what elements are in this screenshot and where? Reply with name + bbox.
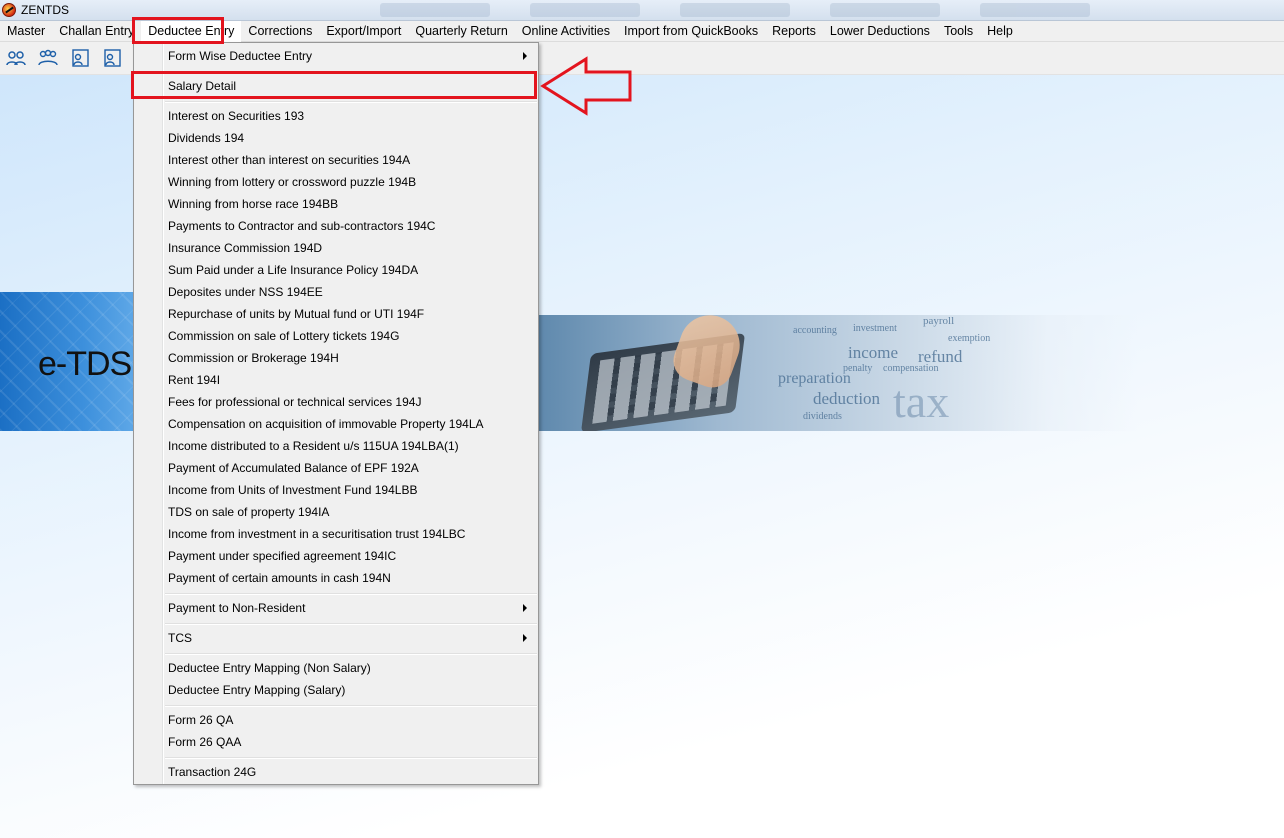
submenu-arrow-icon	[523, 634, 527, 642]
menu-separator	[165, 623, 537, 625]
wordcloud-word: exemption	[948, 333, 991, 344]
menu-item-label: Form Wise Deductee Entry	[168, 49, 313, 63]
background-tab	[530, 3, 640, 17]
menu-item-194lbc[interactable]: Income from investment in a securitisati…	[137, 523, 537, 545]
menu-tools[interactable]: Tools	[937, 21, 980, 42]
wordcloud-word: tax	[893, 376, 950, 427]
highlight-box-deductee-entry	[132, 17, 224, 44]
menu-item-194[interactable]: Dividends 194	[137, 127, 537, 149]
highlight-box-salary-detail	[131, 71, 537, 99]
menu-item-194la[interactable]: Compensation on acquisition of immovable…	[137, 413, 537, 435]
background-tab	[980, 3, 1090, 17]
red-pointer-arrow-icon	[540, 56, 632, 116]
deductee-entry-dropdown: Form Wise Deductee Entry Salary Detail I…	[133, 42, 539, 785]
wordcloud-word: compensation	[883, 363, 939, 374]
menu-item-194b[interactable]: Winning from lottery or crossword puzzle…	[137, 171, 537, 193]
wordcloud-word: accounting	[793, 325, 837, 336]
menu-item-194da[interactable]: Sum Paid under a Life Insurance Policy 1…	[137, 259, 537, 281]
menu-item-tcs[interactable]: TCS	[137, 627, 537, 649]
menu-item-194lba[interactable]: Income distributed to a Resident u/s 115…	[137, 435, 537, 457]
menu-item-194i[interactable]: Rent 194I	[137, 369, 537, 391]
menu-corrections[interactable]: Corrections	[241, 21, 319, 42]
menu-item-form-26qaa[interactable]: Form 26 QAA	[137, 731, 537, 753]
menu-reports[interactable]: Reports	[765, 21, 823, 42]
submenu-arrow-icon	[523, 52, 527, 60]
wordcloud-word: investment	[853, 323, 897, 334]
menu-export-import[interactable]: Export/Import	[319, 21, 408, 42]
menu-separator	[165, 705, 537, 707]
menu-separator	[165, 653, 537, 655]
menu-item-label: TCS	[168, 631, 192, 645]
banner-image-right: payroll investment income refund prepara…	[538, 315, 1138, 431]
menu-item-payment-non-resident[interactable]: Payment to Non-Resident	[137, 597, 537, 619]
menu-item-194bb[interactable]: Winning from horse race 194BB	[137, 193, 537, 215]
tax-wordcloud: payroll investment income refund prepara…	[773, 315, 1133, 431]
menu-quarterly-return[interactable]: Quarterly Return	[408, 21, 514, 42]
group-icon[interactable]	[36, 46, 60, 70]
menu-item-194c[interactable]: Payments to Contractor and sub-contracto…	[137, 215, 537, 237]
menu-item-form-wise-deductee-entry[interactable]: Form Wise Deductee Entry	[137, 45, 537, 67]
background-tab	[680, 3, 790, 17]
menu-import-quickbooks[interactable]: Import from QuickBooks	[617, 21, 765, 42]
menu-challan-entry[interactable]: Challan Entry	[52, 21, 141, 42]
menu-item-mapping-salary[interactable]: Deductee Entry Mapping (Salary)	[137, 679, 537, 701]
menu-item-192a[interactable]: Payment of Accumulated Balance of EPF 19…	[137, 457, 537, 479]
menu-item-194ee[interactable]: Deposites under NSS 194EE	[137, 281, 537, 303]
menu-item-form-26qa[interactable]: Form 26 QA	[137, 709, 537, 731]
background-tab	[380, 3, 490, 17]
background-tab	[830, 3, 940, 17]
menu-item-194n[interactable]: Payment of certain amounts in cash 194N	[137, 567, 537, 589]
wordcloud-word: income	[848, 343, 899, 362]
wordcloud-word: dividends	[803, 411, 842, 422]
wordcloud-word: payroll	[923, 315, 955, 327]
menu-separator	[165, 757, 537, 759]
users-icon[interactable]	[4, 46, 28, 70]
menu-item-194h[interactable]: Commission or Brokerage 194H	[137, 347, 537, 369]
menu-item-194-193[interactable]: Interest on Securities 193	[137, 105, 537, 127]
person-form-icon[interactable]	[68, 46, 92, 70]
menu-item-mapping-non-salary[interactable]: Deductee Entry Mapping (Non Salary)	[137, 657, 537, 679]
wordcloud-word: deduction	[813, 389, 881, 408]
menu-item-transaction-24g[interactable]: Transaction 24G	[137, 761, 537, 783]
menu-item-194ic[interactable]: Payment under specified agreement 194IC	[137, 545, 537, 567]
banner-title: e-TDS	[38, 345, 132, 383]
menu-item-194d[interactable]: Insurance Commission 194D	[137, 237, 537, 259]
window-title: ZENTDS	[21, 3, 69, 17]
menu-item-194lbb[interactable]: Income from Units of Investment Fund 194…	[137, 479, 537, 501]
menu-item-194f[interactable]: Repurchase of units by Mutual fund or UT…	[137, 303, 537, 325]
submenu-arrow-icon	[523, 604, 527, 612]
menu-lower-deductions[interactable]: Lower Deductions	[823, 21, 937, 42]
menu-separator	[165, 101, 537, 103]
menu-item-194a[interactable]: Interest other than interest on securiti…	[137, 149, 537, 171]
app-logo-icon	[2, 3, 16, 17]
menu-item-194j[interactable]: Fees for professional or technical servi…	[137, 391, 537, 413]
menu-help[interactable]: Help	[980, 21, 1020, 42]
menu-online-activities[interactable]: Online Activities	[515, 21, 617, 42]
wordcloud-word: preparation	[778, 370, 851, 387]
person-form-icon[interactable]	[100, 46, 124, 70]
menu-separator	[165, 593, 537, 595]
wordcloud-word: penalty	[843, 363, 873, 374]
menu-item-label: Payment to Non-Resident	[168, 601, 306, 615]
background-window-tabs	[380, 3, 1090, 17]
menu-item-194ia[interactable]: TDS on sale of property 194IA	[137, 501, 537, 523]
menu-master[interactable]: Master	[0, 21, 52, 42]
menu-item-194g[interactable]: Commission on sale of Lottery tickets 19…	[137, 325, 537, 347]
